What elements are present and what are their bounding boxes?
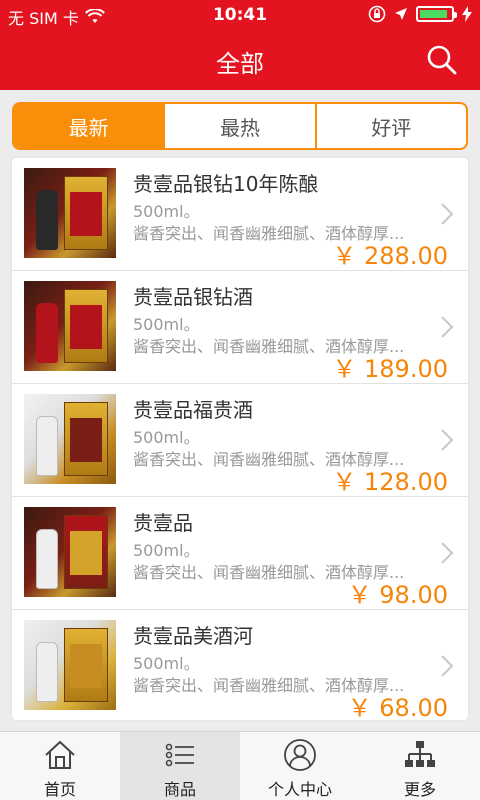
list-item[interactable]: 贵壹品福贵酒 500ml。 酱香突出、闻香幽雅细腻、酒体醇厚... ￥ 128.… (12, 384, 468, 497)
product-title: 贵壹品美酒河 (133, 624, 253, 648)
product-price: ￥ 98.00 (347, 581, 448, 609)
sort-segmented-control: 最新 最热 好评 (12, 102, 468, 150)
product-title: 贵壹品福贵酒 (133, 398, 253, 422)
tab-bar: 首页 商品 个人中心 更多 (0, 731, 480, 800)
product-title: 贵壹品银钻酒 (133, 285, 253, 309)
location-icon (395, 8, 407, 20)
list-item[interactable]: 贵壹品美酒河 500ml。 酱香突出、闻香幽雅细腻、酒体醇厚... ￥ 68.0… (12, 610, 468, 720)
list-item[interactable]: 贵壹品 500ml。 酱香突出、闻香幽雅细腻、酒体醇厚... ￥ 98.00 (12, 497, 468, 610)
segment-newest[interactable]: 最新 (14, 104, 164, 148)
product-title: 贵壹品 (133, 511, 193, 535)
product-price: ￥ 128.00 (332, 468, 448, 496)
tab-label: 首页 (43, 780, 76, 799)
list-item[interactable]: 贵壹品银钻酒 500ml。 酱香突出、闻香幽雅细腻、酒体醇厚... ￥ 189.… (12, 271, 468, 384)
product-price: ￥ 189.00 (332, 355, 448, 383)
product-title: 贵壹品银钻10年陈酿 (133, 172, 319, 196)
product-volume: 500ml。 (133, 428, 200, 447)
chevron-right-icon (441, 542, 454, 564)
product-volume: 500ml。 (133, 202, 200, 221)
product-volume: 500ml。 (133, 315, 200, 334)
product-price: ￥ 68.00 (347, 694, 448, 720)
chevron-right-icon (441, 316, 454, 338)
charging-icon (462, 6, 472, 22)
product-volume: 500ml。 (133, 541, 200, 560)
sitemap-icon (405, 741, 435, 767)
page-title: 全部 (216, 50, 264, 78)
status-bar: 无 SIM 卡 10:41 (0, 0, 480, 30)
battery-icon (416, 6, 457, 22)
rotation-lock-icon (368, 5, 386, 23)
user-icon (284, 739, 316, 771)
segment-best-rated[interactable]: 好评 (314, 104, 466, 148)
home-icon (45, 740, 75, 769)
product-image (24, 620, 116, 710)
segment-hottest[interactable]: 最热 (163, 104, 314, 148)
tab-home[interactable]: 首页 (0, 732, 120, 800)
tab-label: 商品 (163, 780, 196, 799)
nav-bar: 全部 (0, 30, 480, 90)
tab-more[interactable]: 更多 (360, 732, 480, 800)
product-price: ￥ 288.00 (332, 242, 448, 270)
chevron-right-icon (441, 655, 454, 677)
tab-profile[interactable]: 个人中心 (240, 732, 360, 800)
product-image (24, 507, 116, 597)
chevron-right-icon (441, 203, 454, 225)
tab-products[interactable]: 商品 (120, 732, 240, 800)
product-image (24, 281, 116, 371)
chevron-right-icon (441, 429, 454, 451)
tab-label: 更多 (403, 780, 436, 799)
search-icon[interactable] (426, 44, 458, 76)
list-icon (165, 743, 194, 767)
product-image (24, 394, 116, 484)
status-right (368, 5, 472, 23)
tab-label: 个人中心 (267, 780, 332, 799)
product-volume: 500ml。 (133, 654, 200, 673)
product-list: 贵壹品银钻10年陈酿 500ml。 酱香突出、闻香幽雅细腻、酒体醇厚... ￥ … (12, 158, 468, 720)
product-image (24, 168, 116, 258)
list-item[interactable]: 贵壹品银钻10年陈酿 500ml。 酱香突出、闻香幽雅细腻、酒体醇厚... ￥ … (12, 158, 468, 271)
